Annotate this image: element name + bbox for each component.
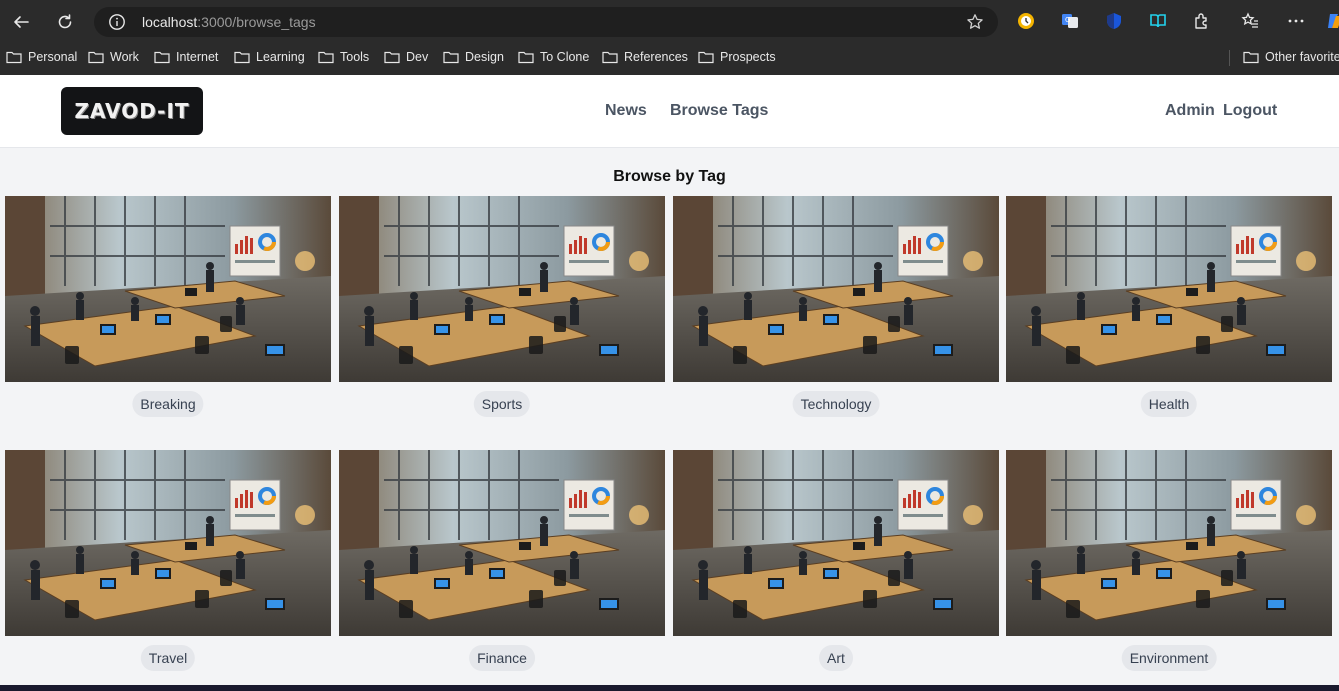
tag-thumbnail[interactable] <box>673 450 999 636</box>
bookmark-label: To Clone <box>540 50 590 64</box>
tag-card[interactable]: Sports <box>339 196 665 428</box>
folder-icon <box>6 51 22 64</box>
bookmark-folder[interactable]: Work <box>88 48 139 66</box>
office-scene-image <box>339 450 665 636</box>
tag-card[interactable]: Technology <box>673 196 999 428</box>
extension-clock-icon[interactable] <box>1016 11 1036 31</box>
folder-icon <box>318 51 334 64</box>
browser-chrome: localhost:3000/browse_tags G Personal Wo… <box>0 0 1339 75</box>
office-scene-image <box>1006 196 1332 382</box>
extension-shield-icon[interactable] <box>1104 11 1124 31</box>
folder-icon <box>154 51 170 64</box>
tag-thumbnail[interactable] <box>1006 196 1332 382</box>
tag-thumbnail[interactable] <box>5 196 331 382</box>
tag-label[interactable]: Sports <box>473 391 531 417</box>
bookmark-label: Prospects <box>720 50 776 64</box>
bookmarks-bar: Personal Work Internet Learning Tools De… <box>0 45 1339 69</box>
office-scene-image <box>339 196 665 382</box>
extension-translate-icon[interactable]: G <box>1060 11 1080 31</box>
extension-book-icon[interactable] <box>1148 11 1168 31</box>
favorites-icon[interactable] <box>1240 11 1260 31</box>
info-icon[interactable] <box>108 13 126 31</box>
bookmark-folder[interactable]: Personal <box>6 48 77 66</box>
nav-news-link[interactable]: News <box>605 102 647 120</box>
star-icon[interactable] <box>966 13 984 31</box>
copilot-icon[interactable] <box>1325 11 1339 31</box>
extensions-puzzle-icon[interactable] <box>1192 11 1212 31</box>
folder-icon <box>602 51 618 64</box>
tag-label[interactable]: Finance <box>469 645 535 671</box>
back-button[interactable] <box>7 8 35 36</box>
folder-icon <box>698 51 714 64</box>
tag-label[interactable]: Art <box>819 645 853 671</box>
tag-label[interactable]: Health <box>1140 391 1198 417</box>
url-path: :3000/browse_tags <box>197 14 316 30</box>
arrow-left-icon <box>14 16 29 28</box>
bookmark-folder[interactable]: Dev <box>384 48 428 66</box>
bookmark-folder[interactable]: Design <box>443 48 504 66</box>
folder-icon <box>384 51 400 64</box>
url-text[interactable]: localhost:3000/browse_tags <box>142 14 316 30</box>
tag-thumbnail[interactable] <box>673 196 999 382</box>
tag-label[interactable]: Breaking <box>132 391 204 417</box>
bookmark-label: Tools <box>340 50 370 64</box>
office-scene-image <box>5 450 331 636</box>
site-header: ZAVOD-IT News Browse Tags Admin Logout <box>0 75 1339 148</box>
tag-label[interactable]: Technology <box>792 391 880 417</box>
tag-card[interactable]: Environment <box>1006 450 1332 682</box>
site-logo[interactable]: ZAVOD-IT <box>61 87 203 135</box>
nav-browse-tags-link[interactable]: Browse Tags <box>670 102 768 120</box>
reload-icon <box>58 14 72 29</box>
bookmark-folder[interactable]: To Clone <box>518 48 589 66</box>
bookmark-label: Learning <box>256 50 305 64</box>
tag-thumbnail[interactable] <box>339 196 665 382</box>
address-bar[interactable]: localhost:3000/browse_tags <box>94 7 998 37</box>
bookmark-folder[interactable]: Internet <box>154 48 218 66</box>
tag-label[interactable]: Environment <box>1121 645 1217 671</box>
tag-thumbnail[interactable] <box>1006 450 1332 636</box>
tag-thumbnail[interactable] <box>5 450 331 636</box>
logo-text: ZAVOD-IT <box>74 99 190 123</box>
tag-card[interactable]: Travel <box>5 450 331 682</box>
bookmark-folder[interactable]: Prospects <box>698 48 776 66</box>
tag-label[interactable]: Travel <box>140 645 196 671</box>
page: ZAVOD-IT News Browse Tags Admin Logout B… <box>0 75 1339 685</box>
reload-button[interactable] <box>51 8 79 36</box>
tag-card[interactable]: Health <box>1006 196 1332 428</box>
other-bookmarks-folder[interactable]: Other favorite <box>1243 48 1339 66</box>
bookmark-label: Internet <box>176 50 219 64</box>
tag-thumbnail[interactable] <box>339 450 665 636</box>
url-host: localhost <box>142 14 198 30</box>
folder-icon <box>443 51 459 64</box>
office-scene-image <box>673 196 999 382</box>
bookmark-label: Work <box>110 50 139 64</box>
office-scene-image <box>1006 450 1332 636</box>
folder-icon <box>1243 51 1259 64</box>
office-scene-image <box>5 196 331 382</box>
bookmark-folder[interactable]: Learning <box>234 48 305 66</box>
other-bookmarks-label: Other favorite <box>1265 50 1339 64</box>
taskbar-edge <box>0 685 1339 691</box>
nav-admin-link[interactable]: Admin <box>1165 102 1215 120</box>
bookmark-folder[interactable]: Tools <box>318 48 369 66</box>
tag-card[interactable]: Breaking <box>5 196 331 428</box>
folder-icon <box>88 51 104 64</box>
nav-logout-link[interactable]: Logout <box>1223 102 1277 120</box>
bookmark-folder[interactable]: References <box>602 48 688 66</box>
bookmark-label: Dev <box>406 50 429 64</box>
bookmark-label: References <box>624 50 688 64</box>
bookmarks-divider <box>1229 50 1230 66</box>
page-title: Browse by Tag <box>613 168 726 185</box>
folder-icon <box>518 51 534 64</box>
tag-card[interactable]: Finance <box>339 450 665 682</box>
office-scene-image <box>673 450 999 636</box>
folder-icon <box>234 51 250 64</box>
bookmark-label: Personal <box>28 50 78 64</box>
menu-icon[interactable] <box>1286 11 1306 31</box>
tag-card[interactable]: Art <box>673 450 999 682</box>
svg-text:G: G <box>1065 16 1070 24</box>
bookmark-label: Design <box>465 50 504 64</box>
